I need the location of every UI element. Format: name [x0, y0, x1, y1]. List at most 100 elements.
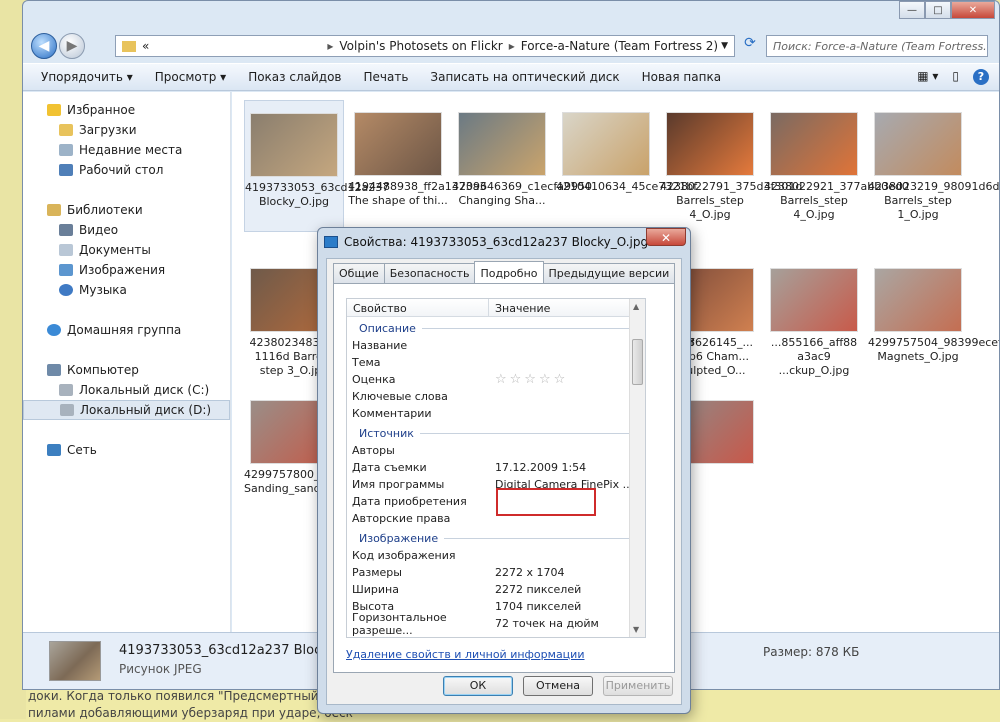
images-icon	[59, 264, 73, 276]
view-button[interactable]: Просмотр ▾	[155, 70, 226, 84]
property-row[interactable]: Ширина 2272 пикселей	[347, 581, 645, 598]
nav-documents[interactable]: Документы	[23, 240, 230, 260]
nav-disk-d[interactable]: Локальный диск (D:)	[23, 400, 230, 420]
file-thumbnail[interactable]: 4209646369_c1ecfa9950 Changing Sha...	[452, 112, 592, 208]
documents-icon	[59, 244, 73, 256]
nav-recent[interactable]: Недавние места	[23, 140, 230, 160]
ok-button[interactable]: ОК	[443, 676, 513, 696]
nav-label: Сеть	[67, 443, 97, 457]
property-value: 17.12.2009 1:54	[495, 461, 587, 474]
scroll-up-icon[interactable]: ▲	[633, 302, 639, 311]
scrollbar[interactable]: ▲ ▼	[629, 299, 645, 637]
dialog-close-button[interactable]: ✕	[646, 228, 686, 246]
slideshow-button[interactable]: Показ слайдов	[248, 70, 341, 84]
search-input[interactable]: Поиск: Force-a-Nature (Team Fortress...	[766, 35, 988, 57]
thumbnail-image	[874, 112, 962, 176]
file-thumbnail[interactable]: ...855166_aff88 a3ac9 ...ckup_O.jpg	[764, 268, 864, 378]
chevron-down-icon[interactable]: ▼	[721, 41, 728, 51]
breadcrumb-current[interactable]: Force-a-Nature (Team Fortress 2)	[521, 39, 718, 53]
tab-security[interactable]: Безопасность	[383, 263, 476, 283]
file-thumbnail[interactable]: 4194488938_ff2a1373a3 The shape of thi..…	[348, 112, 487, 208]
tab-details[interactable]: Подробно	[474, 261, 544, 283]
property-name: Код изображения	[352, 549, 456, 562]
organize-button[interactable]: Упорядочить ▾	[41, 70, 133, 84]
forward-button[interactable]: ▶	[59, 33, 85, 59]
property-row[interactable]: Горизонтальное разреше... 72 точек на дюй…	[347, 611, 645, 637]
nav-music[interactable]: Музыка	[23, 280, 230, 300]
dialog-title: Свойства: 4193733053_63cd12a237 Blocky_O…	[344, 235, 649, 249]
nav-label: Недавние места	[79, 143, 183, 157]
nav-libraries[interactable]: Библиотеки	[23, 200, 230, 220]
nav-images[interactable]: Изображения	[23, 260, 230, 280]
thumbnail-label: 4238023219_98091d6da9 Barrels_step 1_O.j…	[868, 180, 1000, 221]
address-bar[interactable]: « ▸ Volpin's Photosets on Flickr ▸ Force…	[115, 35, 735, 57]
cancel-button[interactable]: Отмена	[523, 676, 593, 696]
property-row[interactable]: Ключевые слова	[347, 388, 645, 405]
view-options-icon[interactable]: ▦ ▾	[917, 69, 938, 85]
file-thumbnail[interactable]: 4238022791_375d3f301d Barrels_step 4_O.j…	[660, 112, 802, 222]
file-thumbnail[interactable]: 4238022921_377abb0ed0 Barrels_step 4_O.j…	[764, 112, 909, 222]
nav-computer[interactable]: Компьютер	[23, 360, 230, 380]
minimize-button[interactable]: —	[899, 1, 925, 19]
nav-label: Рабочий стол	[79, 163, 164, 177]
breadcrumb-volpin[interactable]: Volpin's Photosets on Flickr	[339, 39, 502, 53]
burn-button[interactable]: Записать на оптический диск	[430, 70, 619, 84]
dialog-titlebar: Свойства: 4193733053_63cd12a237 Blocky_O…	[318, 228, 690, 256]
file-thumbnail[interactable]: 4193733053_63cd12a237 Blocky_O.jpg	[244, 100, 389, 232]
scroll-down-icon[interactable]: ▼	[633, 625, 639, 634]
property-row[interactable]: Комментарии	[347, 405, 645, 422]
new-folder-button[interactable]: Новая папка	[642, 70, 721, 84]
file-thumbnail[interactable]: 4238023219_98091d6da9 Barrels_step 1_O.j…	[868, 112, 1000, 222]
nav-label: Документы	[79, 243, 151, 257]
property-row[interactable]: Дата съемки 17.12.2009 1:54	[347, 459, 645, 476]
property-name: Дата приобретения	[352, 495, 467, 508]
refresh-icon[interactable]: ⟳	[739, 35, 761, 57]
address-overflow[interactable]: «	[142, 39, 149, 53]
nav-desktop[interactable]: Рабочий стол	[23, 160, 230, 180]
property-row[interactable]: Тема	[347, 354, 645, 371]
rating-stars[interactable]: ☆☆☆☆☆	[489, 372, 568, 387]
file-thumbnail[interactable]: 4210410634_45ce7321bf	[556, 112, 697, 194]
column-header-property[interactable]: Свойство	[347, 299, 489, 316]
property-row[interactable]: Авторы	[347, 442, 645, 459]
back-button[interactable]: ◀	[31, 33, 57, 59]
selected-file-size: Размер: 878 КБ	[763, 645, 860, 659]
print-button[interactable]: Печать	[363, 70, 408, 84]
nav-label: Компьютер	[67, 363, 139, 377]
nav-favorites[interactable]: Избранное	[23, 100, 230, 120]
property-row[interactable]: Название	[347, 337, 645, 354]
property-row[interactable]: Оценка ☆☆☆☆☆	[347, 371, 645, 388]
nav-homegroup[interactable]: Домашняя группа	[23, 320, 230, 340]
property-value: 2272 пикселей	[495, 583, 582, 596]
preview-pane-icon[interactable]: ▯	[952, 69, 959, 85]
tab-general[interactable]: Общие	[333, 263, 385, 283]
desktop-icon	[59, 164, 73, 176]
remove-properties-link[interactable]: Удаление свойств и личной информации	[346, 648, 584, 661]
property-name: Дата съемки	[352, 461, 427, 474]
file-thumbnail[interactable]: 4299757504_98399eceff Magnets_O.jpg	[868, 268, 999, 364]
nav-downloads[interactable]: Загрузки	[23, 120, 230, 140]
apply-button[interactable]: Применить	[603, 676, 673, 696]
column-header-value[interactable]: Значение	[489, 299, 556, 316]
scrollbar-thumb[interactable]	[632, 339, 643, 385]
close-button[interactable]: ✕	[951, 1, 995, 19]
property-value: 2272 x 1704	[495, 566, 565, 579]
selected-file-type: Рисунок JPEG	[119, 662, 202, 676]
nav-video[interactable]: Видео	[23, 220, 230, 240]
property-name: Размеры	[352, 566, 402, 579]
help-icon[interactable]: ?	[973, 69, 989, 85]
property-name: Ширина	[352, 583, 399, 596]
tab-previous-versions[interactable]: Предыдущие версии	[542, 263, 676, 283]
nav-label: Избранное	[67, 103, 136, 117]
nav-disk-c[interactable]: Локальный диск (C:)	[23, 380, 230, 400]
folder-icon	[122, 40, 136, 52]
property-row[interactable]: Размеры 2272 x 1704	[347, 564, 645, 581]
property-row[interactable]: Код изображения	[347, 547, 645, 564]
dialog-body: Общие Безопасность Подробно Предыдущие в…	[326, 258, 682, 705]
nav-network[interactable]: Сеть	[23, 440, 230, 460]
property-name: Ключевые слова	[352, 390, 448, 403]
maximize-button[interactable]: □	[925, 1, 951, 19]
properties-dialog: Свойства: 4193733053_63cd12a237 Blocky_O…	[317, 227, 691, 714]
section-title: Источник	[359, 426, 414, 440]
thumbnail-image	[770, 268, 858, 332]
